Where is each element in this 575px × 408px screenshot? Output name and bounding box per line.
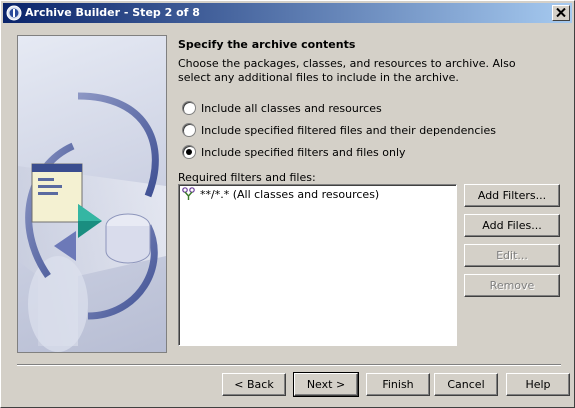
list-item[interactable]: **/*.* (All classes and resources)	[182, 187, 379, 201]
close-button[interactable]	[552, 5, 570, 21]
archive-builder-dialog: Archive Builder - Step 2 of 8 Specify th…	[0, 0, 575, 408]
radio-include-filters-files-only[interactable]	[182, 145, 196, 159]
required-filters-label: Required filters and files:	[178, 171, 316, 184]
list-item-text: **/*.* (All classes and resources)	[200, 187, 380, 201]
step-heading: Specify the archive contents	[178, 38, 356, 51]
add-files-button[interactable]: Add Files...	[464, 214, 560, 237]
filter-icon	[182, 187, 196, 201]
cancel-button[interactable]: Cancel	[434, 373, 498, 396]
footer-divider	[17, 364, 561, 366]
option-include-filters-files-only[interactable]: Include specified filters and files only	[182, 144, 406, 160]
app-icon	[6, 5, 22, 21]
option-include-all-label: Include all classes and resources	[201, 101, 382, 115]
remove-button[interactable]: Remove	[464, 274, 560, 297]
add-filters-button[interactable]: Add Filters...	[464, 184, 560, 207]
radio-include-filtered-dependencies[interactable]	[182, 123, 196, 137]
title-bar[interactable]: Archive Builder - Step 2 of 8	[3, 3, 572, 23]
next-button[interactable]: Next >	[293, 372, 359, 397]
help-button[interactable]: Help	[506, 373, 570, 396]
option-include-filters-files-only-label: Include specified filters and files only	[201, 145, 406, 159]
window-title: Archive Builder - Step 2 of 8	[25, 6, 200, 19]
required-filters-list[interactable]: **/*.* (All classes and resources)	[178, 184, 457, 346]
finish-button[interactable]: Finish	[366, 373, 430, 396]
option-include-filtered-dependencies[interactable]: Include specified filtered files and the…	[182, 122, 496, 138]
option-include-all[interactable]: Include all classes and resources	[182, 100, 382, 116]
step-description: Choose the packages, classes, and resour…	[178, 57, 516, 84]
edit-button[interactable]: Edit...	[464, 244, 560, 267]
radio-include-all[interactable]	[182, 101, 196, 115]
back-button[interactable]: < Back	[222, 373, 286, 396]
close-icon	[556, 7, 566, 20]
wizard-illustration	[17, 35, 167, 353]
option-include-filtered-dependencies-label: Include specified filtered files and the…	[201, 123, 496, 137]
